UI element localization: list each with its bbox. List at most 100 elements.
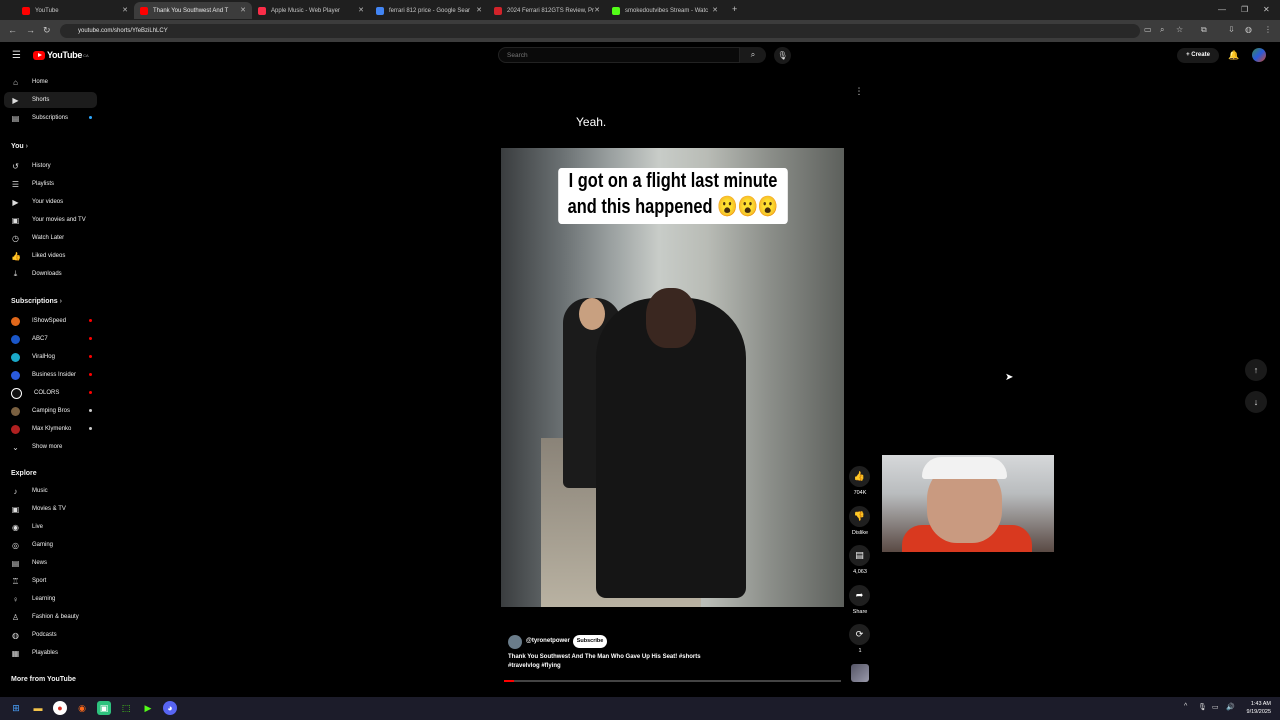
search-input[interactable]: Search	[498, 47, 740, 63]
tray-chevron-icon[interactable]: ^	[1184, 703, 1187, 710]
forward-icon[interactable]: →	[26, 25, 35, 35]
close-tab-icon[interactable]: ✕	[122, 6, 128, 14]
sidebar-section-explore[interactable]: Explore	[11, 470, 37, 477]
notifications-bell-icon[interactable]: 🔔	[1228, 50, 1239, 61]
create-button[interactable]: + Create	[1177, 48, 1219, 63]
sidebar-item-you[interactable]: ☰ Playlists	[4, 176, 97, 192]
sidebar-subscription[interactable]: Camping Bros	[4, 403, 97, 419]
sidebar-item-label: Liked videos	[32, 253, 66, 259]
taskbar-time[interactable]: 1:43 AM	[1247, 701, 1271, 707]
close-tab-icon[interactable]: ✕	[594, 6, 600, 14]
sidebar-subscription[interactable]: ViralHog	[4, 349, 97, 365]
comments-button[interactable]: ▤	[849, 545, 870, 566]
windows-start-icon[interactable]: ⊞	[9, 701, 23, 715]
channel-name[interactable]: @tyronetpower	[526, 638, 570, 644]
previous-short-button[interactable]: ↑	[1245, 359, 1267, 381]
sidebar-subscription[interactable]: Max Klymenko	[4, 421, 97, 437]
browser-tab[interactable]: Thank You Southwest And T ✕	[134, 2, 252, 19]
zoom-icon[interactable]: ⌕	[1160, 25, 1164, 35]
sidebar-item-you[interactable]: 👍 Liked videos	[4, 248, 97, 264]
browser-tab[interactable]: YouTube ✕	[16, 2, 134, 19]
dislike-button[interactable]: 👎	[849, 506, 870, 527]
app-icon[interactable]: ▣	[97, 701, 111, 715]
sidebar-item-explore[interactable]: ♪ Music	[4, 483, 97, 499]
sidebar-subscription[interactable]: ABC7	[4, 331, 97, 347]
like-button[interactable]: 👍	[849, 466, 870, 487]
close-tab-icon[interactable]: ✕	[240, 6, 246, 14]
more-options-icon[interactable]: ⋮	[850, 82, 868, 100]
sidebar-item-explore[interactable]: ▣ Movies & TV	[4, 501, 97, 517]
subscribe-button[interactable]: Subscribe	[573, 635, 607, 648]
browser-menu-icon[interactable]: ⋮	[1264, 25, 1272, 34]
sidebar-subscription[interactable]: IShowSpeed	[4, 313, 97, 329]
thumbs-up-icon: 👍	[853, 471, 866, 481]
sidebar-item-home[interactable]: ⌂ Home	[4, 74, 97, 90]
new-tab-icon[interactable]: +	[732, 4, 737, 14]
close-window-icon[interactable]: ✕	[1263, 5, 1270, 14]
sidebar-item-explore[interactable]: ◉ Live	[4, 519, 97, 535]
next-short-button[interactable]: ↓	[1245, 391, 1267, 413]
sidebar-item-explore[interactable]: ▤ News	[4, 555, 97, 571]
sidebar-item-shorts[interactable]: ▶ Shorts	[4, 92, 97, 108]
search-button[interactable]: ⌕	[740, 47, 766, 63]
extensions-icon[interactable]: ⧉	[1201, 25, 1207, 35]
sidebar-item-you[interactable]: ⤓ Downloads	[4, 266, 97, 282]
youtube-logo[interactable]: YouTube CA	[33, 50, 89, 60]
video-hashtags[interactable]: #travelvlog #flying	[508, 663, 561, 669]
chrome-icon[interactable]: ●	[53, 701, 67, 715]
sidebar-section-subscriptions[interactable]: Subscriptions ›	[11, 298, 62, 305]
sidebar-item-subscriptions[interactable]: ▤ Subscriptions	[4, 110, 97, 126]
remix-button[interactable]: ⟳	[849, 624, 870, 645]
sound-thumbnail[interactable]	[851, 664, 869, 682]
browser-tab[interactable]: 2024 Ferrari 812GTS Review, Pr ✕	[488, 2, 606, 19]
share-button[interactable]: ➦	[849, 585, 870, 606]
back-icon[interactable]: ←	[8, 25, 17, 35]
dislike-label: Dislike	[851, 530, 869, 536]
tablet-icon[interactable]: ⬚	[119, 701, 133, 715]
video-title[interactable]: Thank You Southwest And The Man Who Gave…	[508, 654, 701, 660]
sidebar-item-explore[interactable]: ◍ Podcasts	[4, 627, 97, 643]
volume-icon[interactable]: 🔊	[1226, 703, 1235, 711]
file-explorer-icon[interactable]: ▬	[31, 701, 45, 715]
channel-avatar[interactable]	[508, 635, 522, 649]
voice-search-button[interactable]: 🎙	[774, 47, 791, 64]
sidebar-section-you[interactable]: You ›	[11, 143, 28, 150]
microphone-tray-icon[interactable]: 🎙	[1198, 703, 1207, 711]
reload-icon[interactable]: ↻	[43, 25, 51, 36]
display-tray-icon[interactable]: ▭	[1212, 703, 1219, 711]
sidebar-item-you[interactable]: ◷ Watch Later	[4, 230, 97, 246]
sidebar-item-explore[interactable]: ♀ Learning	[4, 591, 97, 607]
sidebar-item-explore[interactable]: ▦ Playables	[4, 645, 97, 661]
profile-icon[interactable]: ◍	[1245, 25, 1252, 34]
sidebar-show-more[interactable]: ⌄ Show more	[4, 439, 97, 455]
sidebar-item-you[interactable]: ↺ History	[4, 158, 97, 174]
restore-icon[interactable]: ❐	[1241, 5, 1248, 14]
bookmark-star-icon[interactable]: ☆	[1176, 25, 1183, 34]
sidebar-subscription[interactable]: Business Insider	[4, 367, 97, 383]
cast-icon[interactable]: ▭	[1144, 25, 1152, 34]
sidebar-subscription[interactable]: COLORS	[4, 385, 97, 401]
minimize-icon[interactable]: —	[1218, 5, 1226, 14]
url-field[interactable]: youtube.com/shorts/YfeBziLhLCY	[60, 24, 1140, 38]
sidebar-section-more-from-youtube[interactable]: More from YouTube	[11, 676, 76, 683]
browser-tab[interactable]: smokedoutvibes Stream - Watc ✕	[606, 2, 724, 19]
video-progress-bar[interactable]	[504, 680, 841, 682]
browser-tab[interactable]: Apple Music - Web Player ✕	[252, 2, 370, 19]
sidebar-item-explore[interactable]: ♖ Sport	[4, 573, 97, 589]
hamburger-menu-icon[interactable]: ☰	[12, 50, 21, 61]
sidebar-item-you[interactable]: ▶ Your videos	[4, 194, 97, 210]
firefox-icon[interactable]: ◉	[75, 701, 89, 715]
close-tab-icon[interactable]: ✕	[476, 6, 482, 14]
sidebar-item-you[interactable]: ▣ Your movies and TV	[4, 212, 97, 228]
account-avatar[interactable]	[1252, 48, 1266, 62]
short-video-player[interactable]: Yeah. I got on a flight last minute and …	[501, 73, 844, 607]
media-play-icon[interactable]: ▶	[141, 701, 155, 715]
close-tab-icon[interactable]: ✕	[712, 6, 718, 14]
taskbar-date[interactable]: 9/19/2025	[1241, 709, 1271, 715]
browser-tab[interactable]: ferrari 812 price - Google Sear ✕	[370, 2, 488, 19]
discord-icon[interactable]: ◕	[163, 701, 177, 715]
close-tab-icon[interactable]: ✕	[358, 6, 364, 14]
sidebar-item-explore[interactable]: ♙ Fashion & beauty	[4, 609, 97, 625]
downloads-icon[interactable]: ⇩	[1228, 25, 1235, 34]
sidebar-item-explore[interactable]: ◎ Gaming	[4, 537, 97, 553]
